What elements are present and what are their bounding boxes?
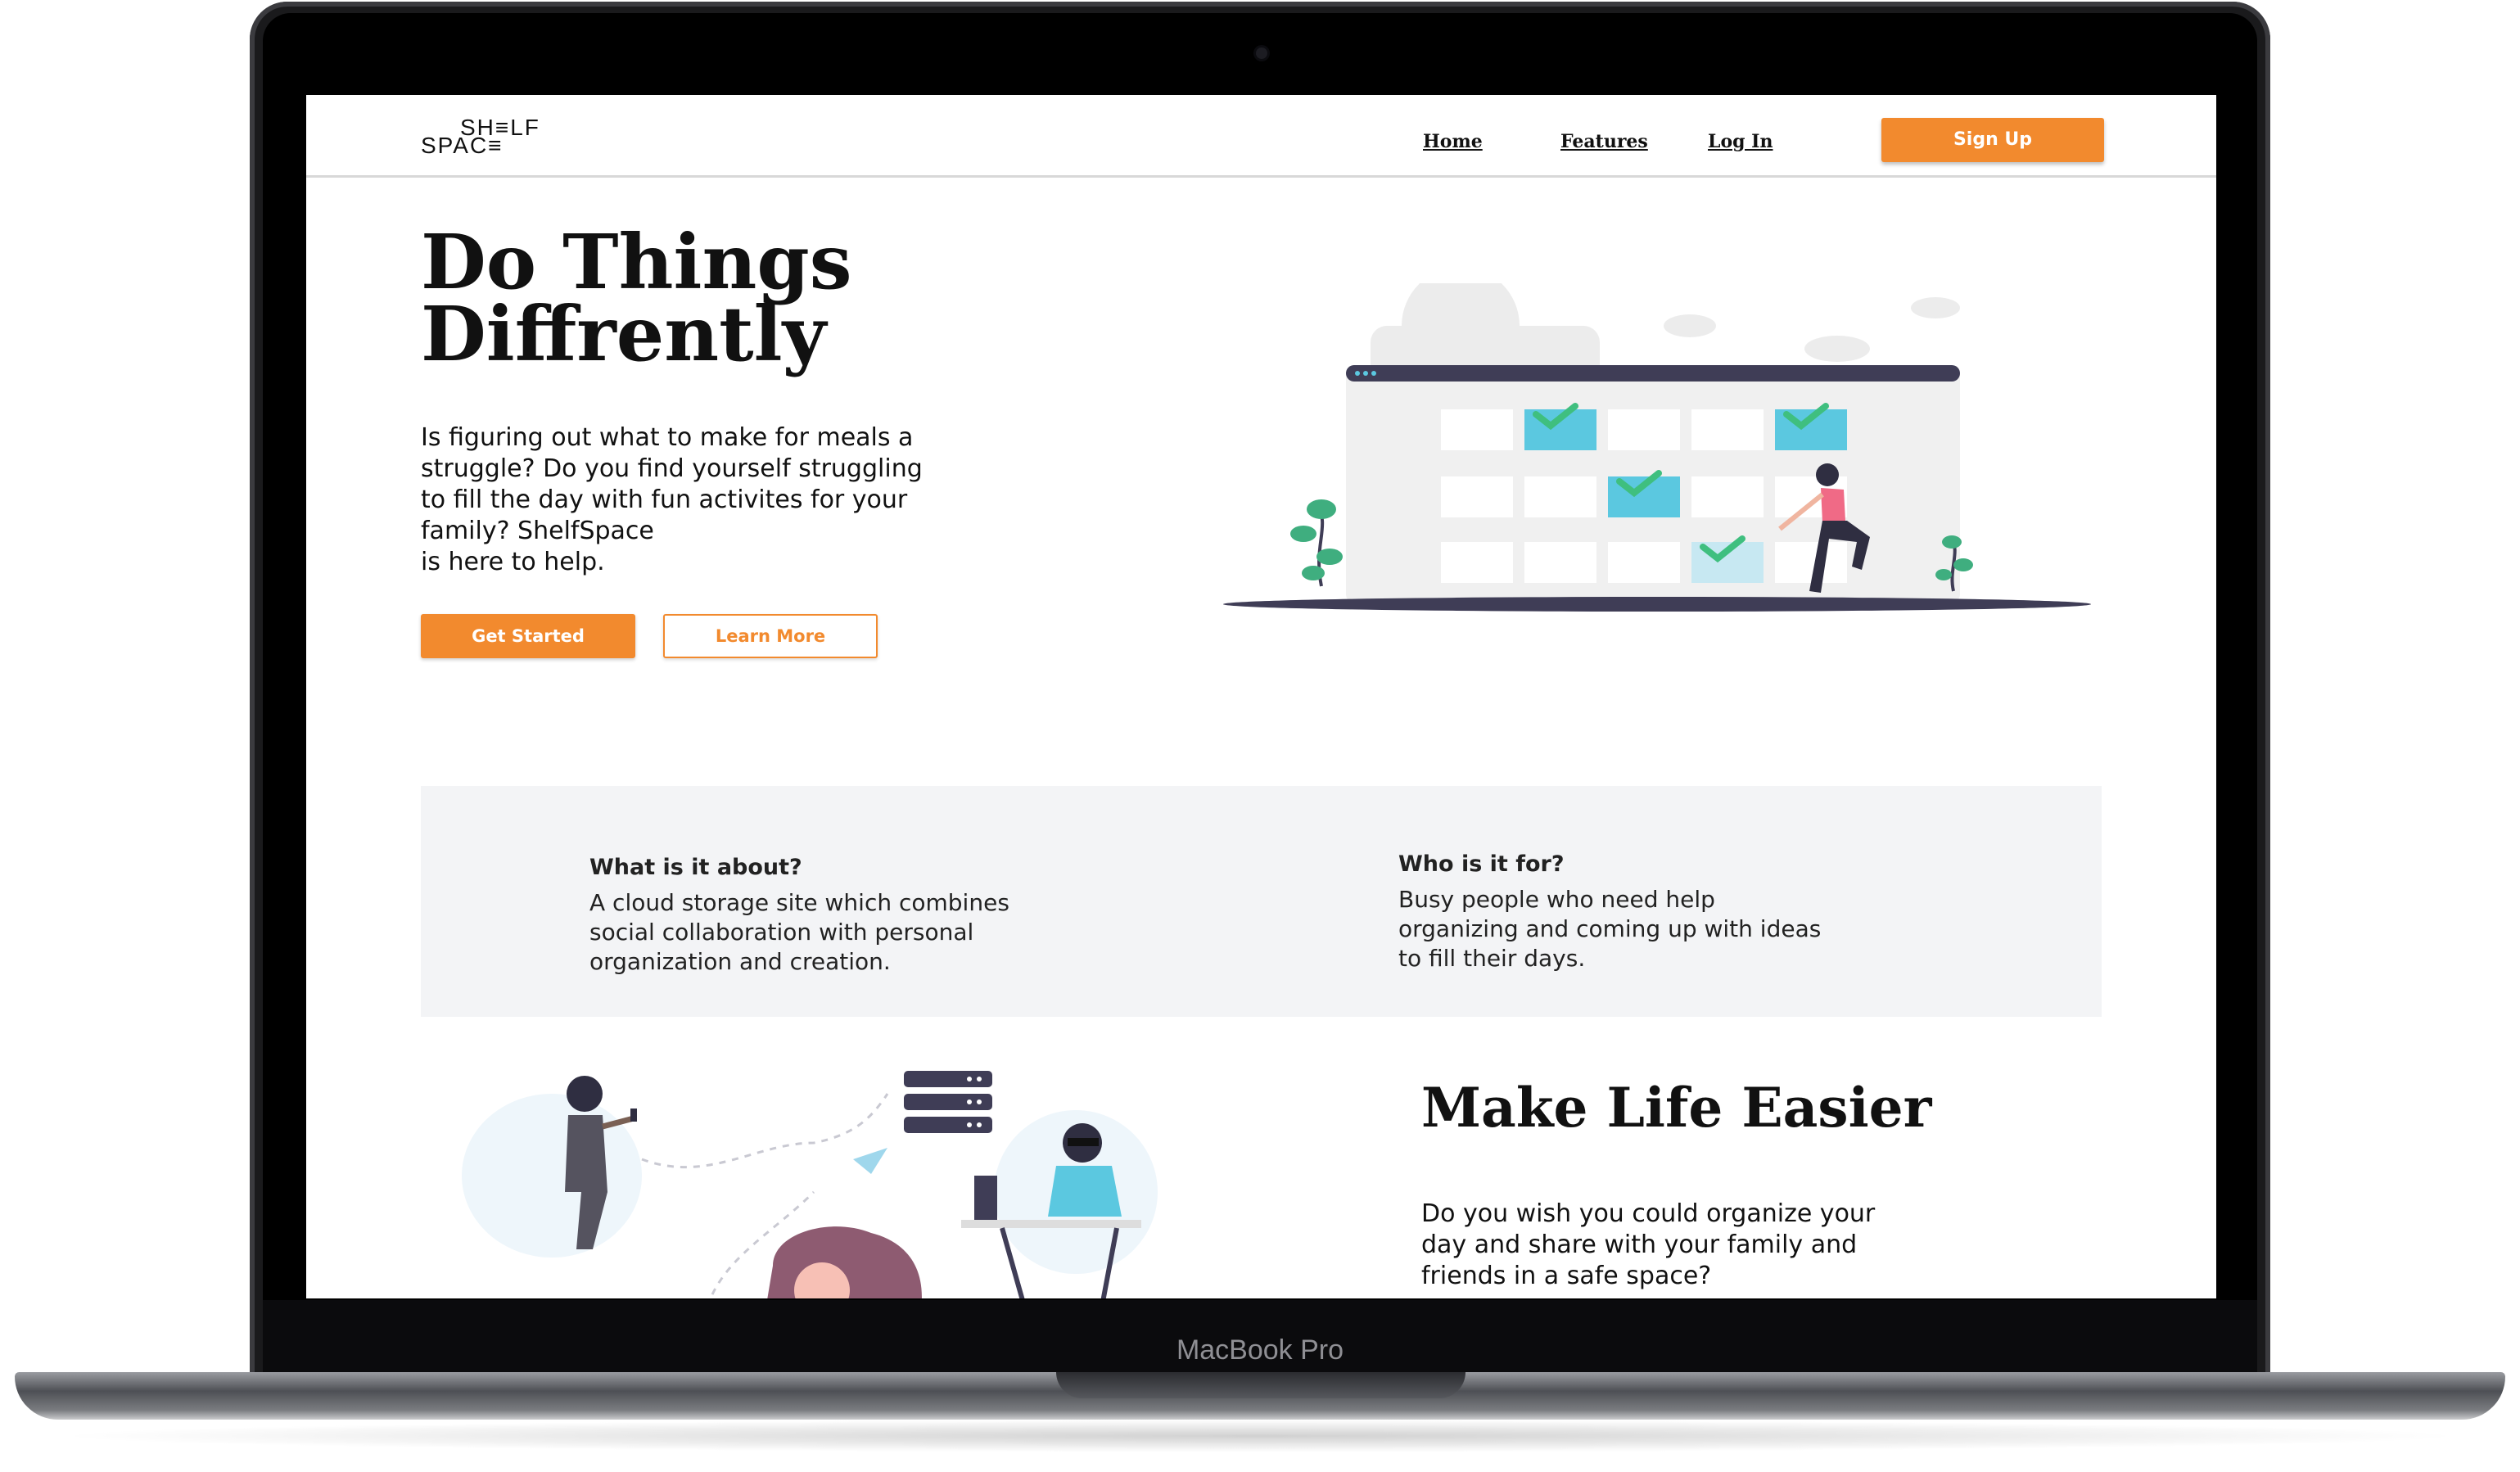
- hero-title-line-1: Do Things: [421, 218, 852, 306]
- about-column: What is it about? A cloud storage site w…: [589, 855, 1113, 977]
- laptop-frame: MacBook Pro SH≡LF SPAC≡ Home Features Lo…: [0, 0, 2520, 1472]
- about-text-line: social collaboration with personal: [589, 919, 974, 946]
- dashed-path: [641, 1093, 889, 1169]
- nav-link-home[interactable]: Home: [1423, 131, 1483, 152]
- hero-title-line-2: Diffrently: [421, 290, 827, 378]
- nav-link-login[interactable]: Log In: [1708, 131, 1773, 152]
- learn-more-button[interactable]: Learn More: [663, 614, 878, 658]
- hero-description: Is figuring out what to make for meals a…: [421, 422, 1043, 578]
- paper-plane-icon: [853, 1148, 887, 1174]
- audience-text-line: Busy people who need help: [1398, 886, 1715, 913]
- hero-title: Do Things Diffrently: [421, 218, 1043, 378]
- hero-text-line: to fill the day with fun activites for y…: [421, 485, 908, 514]
- blob-shape: [462, 1094, 642, 1258]
- feature-text-line: friends in a safe space?: [1421, 1262, 1712, 1290]
- calendar-grid: [1441, 409, 1847, 583]
- collaboration-illustration: [462, 1071, 1158, 1298]
- audience-text-line: organizing and coming up with ideas: [1398, 915, 1822, 942]
- calendar-titlebar: [1346, 365, 1960, 382]
- hero-text-line: is here to help.: [421, 548, 605, 576]
- sign-up-button[interactable]: Sign Up: [1881, 118, 2104, 162]
- camera-icon: [1256, 47, 1267, 59]
- get-started-button[interactable]: Get Started: [421, 614, 635, 658]
- shelfspace-logo[interactable]: SH≡LF SPAC≡: [421, 115, 576, 158]
- about-heading: What is it about?: [589, 855, 802, 880]
- audience-column: Who is it for? Busy people who need help…: [1398, 851, 1922, 973]
- about-text-line: A cloud storage site which combines: [589, 889, 1009, 916]
- audience-text-line: to fill their days.: [1398, 945, 1586, 972]
- make-life-easier-title: Make Life Easier: [1421, 1076, 1932, 1140]
- audience-heading: Who is it for?: [1398, 851, 1565, 877]
- info-band: What is it about? A cloud storage site w…: [421, 786, 2102, 1017]
- device-brand-label: MacBook Pro: [1176, 1334, 1344, 1366]
- navbar: SH≡LF SPAC≡ Home Features Log In Sign Up: [306, 95, 2216, 178]
- laptop-notch: [1056, 1372, 1465, 1398]
- ground-line: [1223, 597, 2091, 612]
- feature-text-line: Do you wish you could organize your: [1421, 1199, 1876, 1228]
- hero-text-line: struggle? Do you find yourself strugglin…: [421, 454, 923, 483]
- make-life-easier-text: Do you wish you could organize your day …: [1421, 1199, 2044, 1292]
- nav-link-features[interactable]: Features: [1560, 131, 1648, 152]
- logo-bottom-text: SPAC≡: [421, 133, 504, 158]
- website-screen: SH≡LF SPAC≡ Home Features Log In Sign Up…: [306, 95, 2216, 1298]
- calendar-illustration: [1223, 283, 2091, 612]
- laptop-shadow: [49, 1420, 2471, 1452]
- hero-text-line: family? ShelfSpace: [421, 517, 654, 545]
- hero-text-line: Is figuring out what to make for meals a: [421, 423, 914, 452]
- woman-hair-figure: [767, 1226, 922, 1298]
- feature-text-line: day and share with your family and: [1421, 1230, 1858, 1259]
- about-text-line: organization and creation.: [589, 948, 891, 975]
